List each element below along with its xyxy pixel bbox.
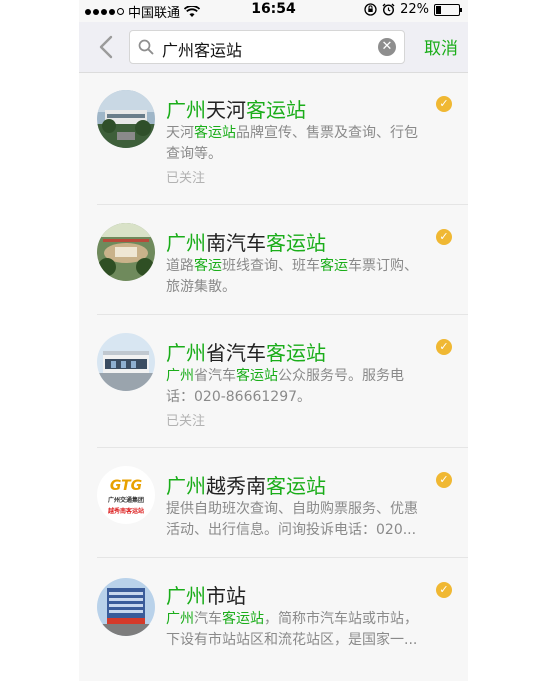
result-description: 道路客运班线查询、班车客运车票订购、 旅游集散。 (166, 258, 418, 295)
rotation-lock-icon (364, 3, 377, 16)
status-right: 22% (364, 2, 462, 17)
avatar (97, 223, 155, 281)
check-icon: ✓ (436, 96, 452, 112)
cancel-button[interactable]: 取消 (424, 34, 458, 59)
battery-percent: 22% (400, 2, 429, 17)
result-title: 广州省汽车客运站 (166, 341, 326, 365)
check-icon: ✓ (436, 229, 452, 245)
status-bar: 中国联通 16:54 22% (79, 0, 468, 21)
check-icon: ✓ (436, 472, 452, 488)
result-description: 提供自助班次查询、自助购票服务、优惠 活动、出行信息。问询投诉电话：020... (166, 501, 418, 538)
result-title: 广州南汽车客运站 (166, 231, 326, 255)
avatar (97, 90, 155, 148)
back-button[interactable] (93, 34, 119, 60)
search-input[interactable]: 广州客运站 ✕ (129, 30, 405, 64)
alarm-icon (382, 3, 395, 16)
chevron-left-icon (99, 35, 113, 59)
check-icon: ✓ (436, 582, 452, 598)
followed-label: 已关注 (166, 171, 206, 186)
list-item[interactable]: 广州南汽车客运站 道路客运班线查询、班车客运车票订购、 旅游集散。 ✓ (97, 205, 468, 315)
logo-mark: GTG (109, 478, 143, 494)
check-icon: ✓ (436, 339, 452, 355)
logo-caption: 广州交通集团 (107, 497, 144, 504)
avatar-logo: GTG 广州交通集团 越秀南客运站 (97, 466, 155, 524)
list-item[interactable]: GTG 广州交通集团 越秀南客运站 广州越秀南客运站 提供自助班次查询、自助购票… (97, 448, 468, 558)
result-description: 天河客运站品牌宣传、售票及查询、行包 查询等。 (166, 125, 418, 162)
logo-station-name: 越秀南客运站 (107, 508, 144, 515)
phone-screen: 中国联通 16:54 22% 广州客运站 ✕ 取消 广州天河客运站 天河客运站品… (79, 0, 468, 681)
clear-icon[interactable]: ✕ (378, 38, 396, 56)
avatar (97, 333, 155, 391)
search-bar: 广州客运站 ✕ 取消 (79, 22, 468, 73)
result-title: 广州越秀南客运站 (166, 474, 326, 498)
result-description: 广州汽车客运站，简称市汽车站或市站， 下设有市站站区和流花站区，是国家一... (166, 611, 418, 648)
result-list: 广州天河客运站 天河客运站品牌宣传、售票及查询、行包 查询等。 已关注 ✓ 广州… (79, 74, 468, 670)
result-description: 广州省汽车客运站公众服务号。服务电 话：020-86661297。 (166, 368, 404, 405)
avatar (97, 578, 155, 636)
battery-icon (434, 3, 462, 16)
list-item[interactable]: 广州市站 广州汽车客运站，简称市汽车站或市站， 下设有市站站区和流花站区，是国家… (97, 558, 468, 670)
followed-label: 已关注 (166, 414, 206, 429)
list-item[interactable]: 广州省汽车客运站 广州省汽车客运站公众服务号。服务电 话：020-8666129… (97, 315, 468, 448)
result-title: 广州市站 (166, 584, 246, 608)
result-title: 广州天河客运站 (166, 98, 306, 122)
list-item[interactable]: 广州天河客运站 天河客运站品牌宣传、售票及查询、行包 查询等。 已关注 ✓ (97, 74, 468, 205)
search-icon (138, 39, 154, 55)
search-query: 广州客运站 (162, 41, 243, 60)
